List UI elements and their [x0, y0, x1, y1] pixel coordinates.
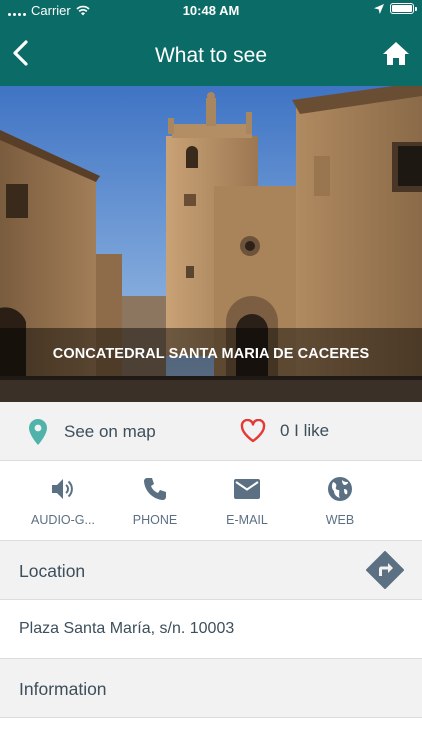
web-button[interactable]: WEB	[298, 474, 382, 527]
location-arrow-icon	[374, 3, 384, 14]
like-button[interactable]: 0 I like	[240, 419, 329, 443]
location-section-header: Location	[0, 541, 422, 600]
email-label: E-MAIL	[226, 513, 268, 527]
speaker-icon	[52, 479, 73, 499]
content-area	[0, 718, 422, 750]
email-button[interactable]: E-MAIL	[205, 474, 289, 527]
phone-icon	[144, 478, 166, 500]
phone-button[interactable]: PHONE	[113, 474, 197, 527]
heart-icon	[240, 419, 266, 443]
status-bar: Carrier 10:48 AM	[0, 0, 422, 20]
map-pin-icon	[29, 419, 47, 445]
information-section-header[interactable]: Information	[0, 659, 422, 718]
page-title: What to see	[154, 44, 268, 67]
audio-guide-label: AUDIO-G...	[31, 513, 95, 527]
email-icon	[234, 479, 260, 499]
see-on-map-label: See on map	[64, 422, 156, 441]
home-icon[interactable]	[382, 40, 410, 68]
location-address-row: Plaza Santa María, s/n. 10003	[0, 600, 422, 659]
see-on-map-button[interactable]: See on map	[28, 419, 156, 445]
globe-icon	[328, 477, 352, 501]
location-address: Plaza Santa María, s/n. 10003	[19, 620, 235, 637]
directions-icon[interactable]	[366, 551, 404, 589]
web-label: WEB	[325, 513, 355, 527]
contact-actions: AUDIO-G... PHONE E-MAIL WEB	[0, 461, 422, 541]
location-title: Location	[19, 561, 86, 581]
hero-caption: CONCATEDRAL SANTA MARIA DE CACERES	[0, 328, 422, 380]
status-right	[374, 3, 417, 14]
clock: 10:48 AM	[182, 3, 240, 18]
audio-guide-button[interactable]: AUDIO-G...	[21, 474, 105, 527]
likes-count: 0 I like	[280, 421, 330, 440]
nav-bar: What to see	[0, 20, 422, 86]
phone-label: PHONE	[132, 513, 178, 527]
map-like-row: See on map 0 I like	[0, 402, 422, 461]
information-title: Information	[19, 679, 107, 699]
battery-icon	[390, 3, 417, 14]
hero-image: CONCATEDRAL SANTA MARIA DE CACERES	[0, 86, 422, 402]
